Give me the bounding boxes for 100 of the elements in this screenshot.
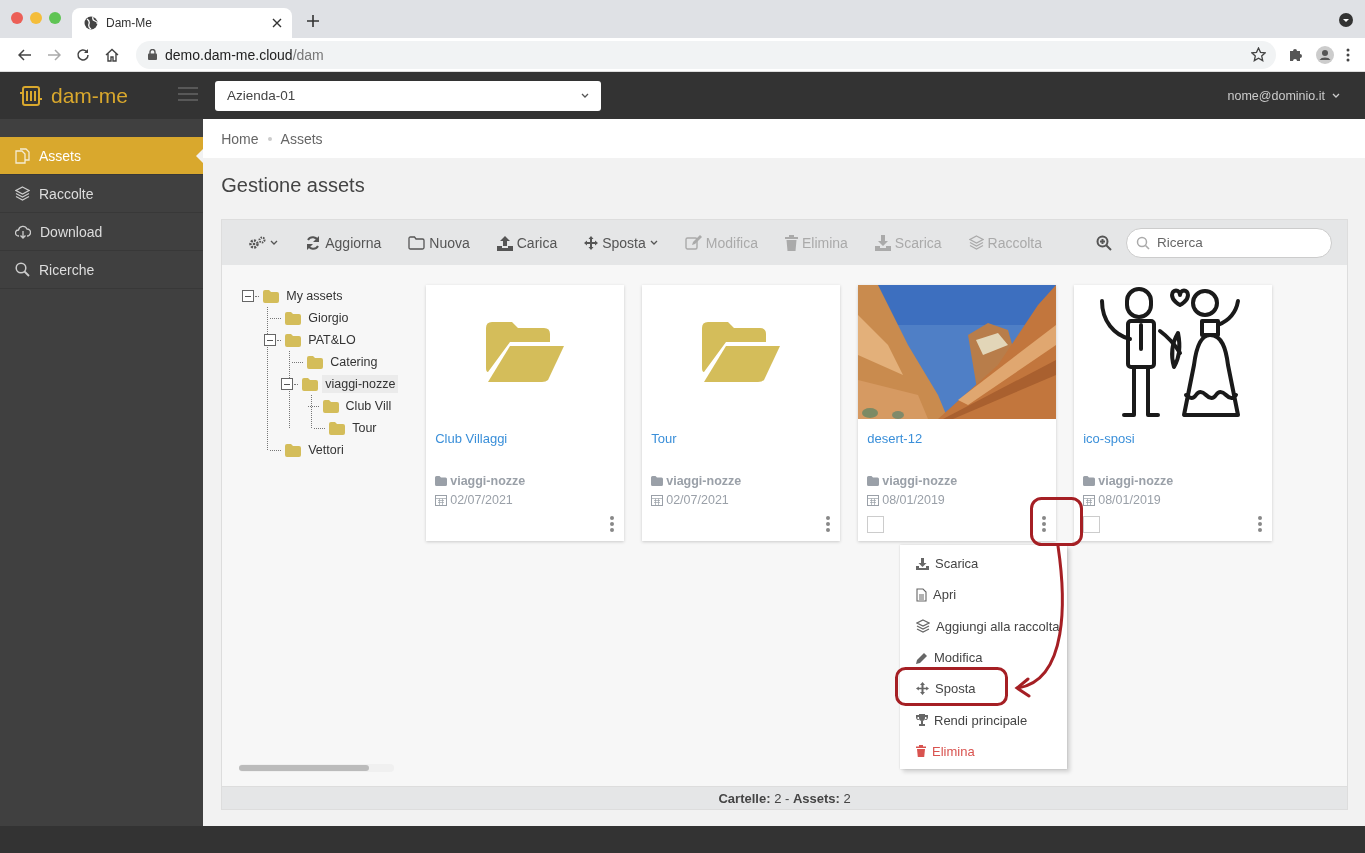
home-icon: [104, 47, 119, 62]
tree-item[interactable]: Vettori: [305, 441, 347, 459]
menu-item[interactable]: Sposta: [900, 673, 1067, 705]
folder-icon: [702, 322, 781, 382]
trophy-icon: [916, 714, 928, 727]
checkbox[interactable]: [1083, 515, 1101, 533]
toolbar-button[interactable]: Aggiorna: [305, 234, 382, 251]
asset-card[interactable]: Tour viaggi-nozze 02/07/2021: [642, 285, 841, 541]
calendar-icon: [435, 493, 448, 506]
menu-item[interactable]: Apri: [900, 579, 1067, 611]
lock-icon: [148, 49, 157, 60]
tree-item[interactable]: My assets: [283, 287, 346, 305]
cloud-download-icon: [15, 224, 31, 239]
back-icon: [17, 48, 32, 61]
folder-name: viaggi-nozze: [666, 473, 742, 488]
calendar-icon: [1083, 493, 1096, 506]
highlight-frame: [1030, 497, 1083, 546]
tree-item[interactable]: PAT&LO: [305, 331, 359, 349]
download-icon: [916, 557, 929, 570]
more-icon: [1346, 47, 1350, 62]
toolbar-button[interactable]: Nuova: [408, 234, 470, 251]
calendar-icon: [651, 493, 664, 506]
tree-item[interactable]: Catering: [327, 353, 381, 371]
breadcrumb-link[interactable]: Home: [221, 130, 259, 147]
status-bar: Cartelle: 2 - Assets: 2: [222, 786, 1347, 809]
close-icon: [272, 18, 282, 28]
tab-title: Dam-Me: [106, 16, 153, 30]
forward-icon: [46, 48, 61, 61]
asset-title[interactable]: Tour: [651, 431, 832, 471]
checkbox[interactable]: [867, 515, 885, 533]
collapse-toggle[interactable]: [242, 290, 255, 302]
collapse-toggle[interactable]: [264, 334, 277, 346]
asset-title[interactable]: ico-sposi: [1083, 431, 1264, 471]
move-icon: [916, 682, 929, 696]
menu-item[interactable]: Rendi principale: [900, 704, 1067, 736]
search-icon: [1136, 235, 1150, 250]
profile-icon: [1316, 45, 1334, 64]
tree-item[interactable]: Giorgio: [305, 309, 352, 327]
asset-date: 02/07/2021: [450, 492, 513, 507]
folder-icon: [867, 475, 880, 486]
logo-icon: [20, 85, 42, 106]
menu-item[interactable]: Scarica: [900, 548, 1067, 580]
document-icon: [916, 587, 927, 602]
asset-title[interactable]: desert-12: [867, 431, 1048, 471]
gears-icon: [248, 235, 267, 250]
trash-icon: [784, 234, 798, 251]
folder-icon: [307, 355, 324, 369]
menu-item[interactable]: Modifica: [900, 641, 1067, 674]
menu-item[interactable]: Aggiungi alla raccolta: [900, 610, 1067, 642]
move-icon: [584, 235, 599, 250]
zoom-in-icon: [1096, 234, 1112, 251]
collapse-toggle[interactable]: [281, 378, 294, 390]
scrollbar[interactable]: [239, 764, 395, 772]
folder-icon: [486, 322, 565, 382]
search-icon: [15, 262, 30, 277]
layers-icon: [916, 619, 930, 634]
asset-card[interactable]: ico-sposi viaggi-nozze 08/01/2019: [1074, 285, 1273, 541]
asset-date: 08/01/2019: [1098, 492, 1161, 507]
star-icon: [1251, 47, 1266, 62]
folder-icon: [322, 399, 339, 413]
asset-date: 08/01/2019: [882, 492, 945, 507]
toolbar-button[interactable]: Sposta: [584, 234, 658, 251]
edit-icon: [684, 234, 702, 251]
asset-card[interactable]: desert-12 viaggi-nozze 08/01/2019: [858, 285, 1057, 541]
address-bar[interactable]: demo.dam-me.cloud/dam: [136, 40, 1276, 69]
breadcrumb-link[interactable]: Assets: [280, 130, 323, 147]
refresh-icon: [305, 234, 322, 251]
menu-icon: [178, 87, 198, 101]
url-text: demo.dam-me.cloud/dam: [165, 46, 324, 63]
menu-item[interactable]: Elimina: [900, 735, 1067, 768]
tree-item[interactable]: viaggi-nozze: [322, 375, 399, 393]
layers-icon: [968, 235, 984, 250]
trash-icon: [916, 745, 926, 758]
asset-card[interactable]: Club Villaggi viaggi-nozze 02/07/2021: [426, 285, 625, 541]
tree-item[interactable]: Tour: [349, 419, 380, 437]
app-logo: dam-me: [51, 83, 129, 108]
new-tab-icon: [306, 14, 320, 28]
toolbar-button[interactable]: Carica: [496, 234, 558, 251]
download-icon: [874, 234, 891, 251]
user-menu[interactable]: nome@dominio.it: [1227, 88, 1340, 103]
pencil-icon: [916, 651, 928, 664]
asset-title[interactable]: Club Villaggi: [435, 431, 616, 471]
close-window-icon[interactable]: [11, 12, 23, 24]
puzzle-icon: [1288, 46, 1304, 63]
reload-icon: [75, 47, 90, 62]
page-title: Gestione assets: [221, 174, 366, 198]
tree-item[interactable]: Club Vill: [342, 397, 395, 415]
folder-icon: [1083, 475, 1096, 486]
folder-outline-icon: [408, 235, 426, 250]
folder-icon: [435, 475, 448, 486]
folder-name: viaggi-nozze: [1098, 473, 1174, 488]
toolbar-button[interactable]: [248, 235, 279, 250]
caret-icon: [1332, 92, 1340, 99]
browser-tab[interactable]: Dam-Me: [72, 8, 292, 38]
company-select[interactable]: Azienda-01: [215, 80, 601, 111]
search-field[interactable]: Ricerca: [1126, 227, 1332, 258]
calendar-icon: [867, 493, 880, 506]
folder-icon: [285, 311, 302, 325]
folder-icon: [263, 289, 280, 303]
folder-icon: [302, 377, 319, 391]
